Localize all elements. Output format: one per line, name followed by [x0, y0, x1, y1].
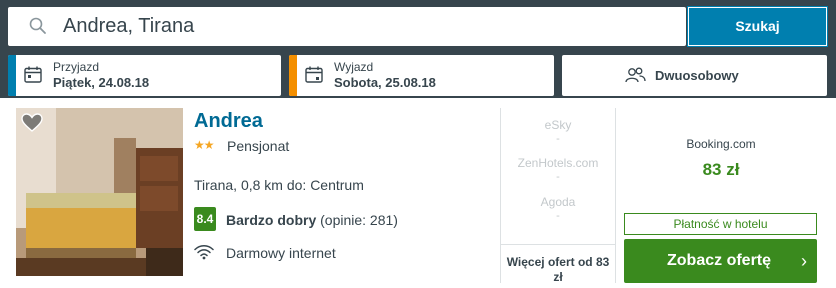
wifi-icon [194, 245, 214, 260]
hotel-name-link[interactable]: Andrea [194, 110, 263, 133]
rating-count: (opinie: 281) [320, 212, 398, 228]
checkout-field[interactable]: Wyjazd Sobota, 25.08.18 [289, 55, 554, 96]
hotel-result-card: Andrea ★★ Pensjonat Tirana, 0,8 km do: C… [8, 98, 828, 288]
hotel-photo[interactable] [16, 108, 183, 276]
search-icon [29, 17, 46, 34]
offer-provider-agoda[interactable]: Agoda [501, 195, 615, 209]
search-input[interactable]: Andrea, Tirana [8, 7, 686, 46]
offer-price-esky: - [556, 133, 560, 145]
checkin-accent [8, 55, 16, 96]
hotel-stars: ★★ [194, 138, 214, 152]
pay-at-hotel-badge: Płatność w hotelu [624, 213, 817, 235]
checkout-accent [289, 55, 297, 96]
room-type-label: Dwuosobowy [655, 68, 739, 83]
hotel-type: Pensjonat [227, 138, 290, 154]
offer-price-agoda: - [556, 210, 560, 222]
chevron-right-icon: › [801, 251, 807, 271]
checkin-field[interactable]: Przyjazd Piątek, 24.08.18 [8, 55, 281, 96]
deal-price[interactable]: 83 zł [615, 160, 827, 180]
best-deal-panel: Booking.com 83 zł Płatność w hotelu Zoba… [615, 108, 828, 283]
calendar-icon [24, 66, 42, 83]
rating-score-badge: 8.4 [194, 207, 216, 231]
offer-provider-esky[interactable]: eSky [501, 118, 615, 132]
checkin-label: Przyjazd [53, 60, 100, 74]
other-offers-list: eSky - ZenHotels.com - Agoda - Więcej of… [501, 108, 615, 285]
offer-provider-zenhotels[interactable]: ZenHotels.com [501, 156, 615, 170]
rating-summary[interactable]: Bardzo dobry (opinie: 281) [226, 212, 398, 228]
calendar-icon [305, 66, 323, 83]
view-deal-label: Zobacz ofertę [667, 252, 772, 269]
room-type-field[interactable]: Dwuosobowy [562, 55, 827, 96]
offer-price-zenhotels: - [556, 171, 560, 183]
search-button[interactable]: Szukaj [687, 6, 828, 47]
checkout-value: Sobota, 25.08.18 [334, 75, 436, 90]
hotel-location[interactable]: Tirana, 0,8 km do: Centrum [194, 177, 364, 193]
rating-label: Bardzo dobry [226, 212, 317, 228]
search-bar: Andrea, Tirana Szukaj Przyjazd Piątek, 2… [0, 0, 836, 98]
hotel-photo-image [16, 108, 183, 276]
search-query: Andrea, Tirana [63, 15, 195, 37]
deal-provider: Booking.com [686, 137, 756, 151]
view-deal-button[interactable]: Zobacz ofertę › [624, 239, 817, 283]
more-offers-link[interactable]: Więcej ofert od 83 zł [501, 244, 615, 285]
checkin-value: Piątek, 24.08.18 [53, 75, 150, 90]
amenity-label: Darmowy internet [226, 245, 336, 261]
checkout-label: Wyjazd [334, 60, 374, 74]
guests-icon [625, 67, 646, 83]
favorite-heart-icon[interactable] [21, 113, 43, 133]
